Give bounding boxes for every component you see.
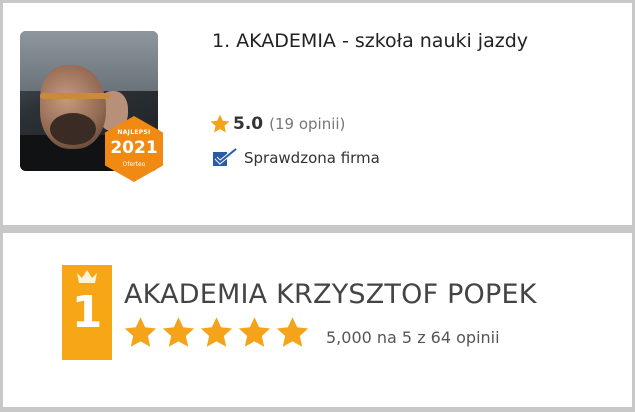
rating-count-link[interactable]: (19 opinii) [269,115,345,133]
star-icon [274,315,311,351]
listing-card-primary[interactable]: NAJLEPSI 2021 Oferteo 1. AKADEMIA - szko… [3,3,632,225]
rank-number: 1 [71,287,103,338]
star-icon [198,315,235,351]
star-icon [236,315,273,351]
verified-label: Sprawdzona firma [244,149,380,167]
rating-score: 5.0 [233,114,264,134]
listing-card-secondary[interactable]: 1 AKADEMIA KRZYSZTOF POPEK 5,000 na 5 z … [3,233,632,407]
star-rating [122,315,312,351]
badge-year: 2021 [110,138,158,158]
rank-box: 1 [62,265,112,360]
rating-text: 5,000 na 5 z 64 opinii [326,328,500,347]
badge-top-text: NAJLEPSI [117,129,151,136]
crown-icon [77,270,97,283]
star-icon [122,315,159,351]
star-icon [160,315,197,351]
verified-company: Sprawdzona firma [212,147,380,169]
badge-bottom-text: Oferteo [122,161,146,168]
star-icon [209,113,231,135]
company-name-link[interactable]: AKADEMIA KRZYSZTOF POPEK [124,279,537,310]
rating-summary[interactable]: 5.0 (19 opinii) [209,113,345,135]
company-title-link[interactable]: 1. AKADEMIA - szkoła nauki jazdy [212,30,528,52]
verified-check-icon [212,147,238,169]
